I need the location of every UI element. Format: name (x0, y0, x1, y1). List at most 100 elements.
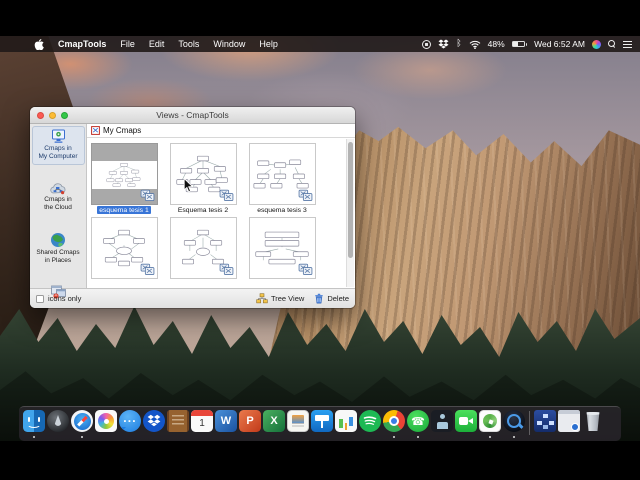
minimized-window-icon (558, 410, 580, 432)
wifi-icon[interactable] (469, 40, 481, 49)
cmap-thumbnail-5[interactable] (169, 217, 237, 279)
window-title: Views - CmapTools (156, 110, 229, 120)
messages-icon (119, 410, 141, 432)
cmap-item-1[interactable]: esquema tesis 1 (90, 143, 158, 214)
cmap-thumbnail-2[interactable] (169, 143, 237, 205)
cmap-file-badge-icon (140, 189, 155, 202)
dock-item-word[interactable]: W (215, 410, 237, 440)
dock-item-safari[interactable] (71, 410, 93, 440)
dock-item-calendar[interactable]: 1 (191, 410, 213, 440)
dock-item-photos[interactable] (95, 410, 117, 440)
dock-item-messages[interactable] (119, 410, 141, 440)
running-indicator (393, 436, 395, 438)
cmap-label[interactable]: esquema tesis 1 (97, 206, 151, 214)
menu-file[interactable]: File (120, 39, 135, 49)
globe-icon (50, 232, 66, 248)
cmap-thumbnail-4[interactable] (90, 217, 158, 279)
sidebar-item-label: Shared Cmaps in Places (36, 248, 80, 264)
sidebar-item-cmaps-in-my-computer[interactable]: Cmaps in My Computer (31, 126, 85, 166)
launchpad-icon (47, 410, 69, 432)
cmap-thumbnail-1[interactable] (90, 143, 158, 205)
dock-item-chrome[interactable] (383, 410, 405, 440)
facetime-icon (455, 410, 477, 432)
vertical-scrollbar[interactable] (346, 139, 354, 287)
dock-item-kindle[interactable] (431, 410, 453, 440)
menu-window[interactable]: Window (213, 39, 245, 49)
battery-percent: 48% (487, 39, 505, 49)
running-indicator (81, 436, 83, 438)
dock-item-minimized-window[interactable] (558, 410, 580, 440)
finder-icon (23, 410, 45, 432)
dock-item-powerpoint[interactable]: P (239, 410, 261, 440)
dock-item-launchpad[interactable] (47, 410, 69, 440)
powerpoint-icon: P (239, 410, 261, 432)
battery-icon[interactable] (511, 40, 528, 48)
screen: CmapTools File Edit Tools Window Help ᛒ … (0, 0, 640, 480)
cmap-list-panel: My Cmaps esquema tesis 1 Esquema tesis 2… (87, 124, 355, 288)
sidebar-item-label: Cmaps in the Cloud (44, 196, 72, 212)
tree-view-icon (256, 293, 268, 304)
cmap-label[interactable]: esquema tesis 3 (255, 206, 309, 214)
scrollbar-thumb[interactable] (348, 142, 353, 258)
cmap-file-badge-icon (298, 189, 313, 202)
mouse-cursor (183, 178, 194, 193)
cmap-item-3[interactable]: esquema tesis 3 (248, 143, 316, 214)
dock-item-spotify[interactable] (359, 410, 381, 440)
delete-label: Delete (327, 294, 349, 303)
cmaptools-views-window: Views - CmapTools Cmaps in My Computer C… (30, 107, 355, 308)
folder-title: My Cmaps (103, 126, 142, 135)
menu-edit[interactable]: Edit (149, 39, 165, 49)
contacts-icon (167, 410, 189, 432)
dock-item-numbers[interactable] (335, 410, 357, 440)
trash-icon (582, 410, 604, 432)
bluetooth-icon[interactable]: ᛒ (456, 39, 461, 49)
whatsapp-icon (407, 410, 429, 432)
screen-recording-stop-icon[interactable] (422, 39, 432, 49)
cmap-item-6[interactable] (248, 217, 316, 279)
spotlight-search-icon[interactable] (608, 40, 616, 48)
cmap-file-badge-icon (140, 263, 155, 276)
cmap-item-5[interactable] (169, 217, 237, 279)
folder-header: My Cmaps (87, 124, 355, 138)
dropbox-status-icon[interactable] (438, 39, 449, 49)
menu-clock[interactable]: Wed 6:52 AM (534, 39, 585, 49)
delete-button[interactable]: Delete (314, 293, 349, 304)
dock-item-excel[interactable]: X (263, 410, 285, 440)
dock-item-keynote[interactable] (311, 410, 333, 440)
window-titlebar[interactable]: Views - CmapTools (30, 107, 355, 124)
dock-item-contacts[interactable] (167, 410, 189, 440)
cmap-label[interactable]: Esquema tesis 2 (176, 206, 230, 214)
letterbox-top (0, 0, 640, 36)
cmap-thumbnail-6[interactable] (248, 217, 316, 279)
siri-icon[interactable] (592, 39, 601, 49)
menu-tools[interactable]: Tools (178, 39, 199, 49)
cloud-icon (49, 182, 67, 195)
keynote-icon (311, 410, 333, 432)
dock-item-trash[interactable] (582, 410, 604, 440)
dock-item-dropbox[interactable] (143, 410, 165, 440)
dock-item-quicktime[interactable] (503, 410, 525, 440)
delete-trash-icon (314, 293, 324, 304)
dock-item-preview[interactable] (287, 410, 309, 440)
apple-menu-icon[interactable] (34, 38, 44, 50)
dock-item-finder[interactable] (23, 410, 45, 440)
calendar-day: 1 (199, 418, 205, 429)
cmap-item-4[interactable] (90, 217, 158, 279)
menu-help[interactable]: Help (259, 39, 278, 49)
dock-item-cmaptools-views[interactable] (534, 410, 556, 440)
word-letter: W (220, 415, 232, 427)
cmap-thumbnail-3[interactable] (248, 143, 316, 205)
tree-view-button[interactable]: Tree View (256, 293, 304, 304)
running-indicator (513, 436, 515, 438)
dock-item-whatsapp[interactable] (407, 410, 429, 440)
cmap-item-2[interactable]: Esquema tesis 2 (169, 143, 237, 214)
dock-item-facetime[interactable] (455, 410, 477, 440)
menu-app-name[interactable]: CmapTools (58, 39, 106, 49)
sidebar-item-shared-cmaps-in-places[interactable]: Shared Cmaps in Places (32, 229, 85, 269)
dock-item-cmaptools[interactable] (479, 410, 501, 440)
notification-center-icon[interactable] (623, 40, 632, 48)
preview-document-icon (287, 410, 309, 432)
sidebar-item-cmaps-in-the-cloud[interactable]: Cmaps in the Cloud (32, 179, 85, 216)
safari-icon (71, 410, 93, 432)
icons-only-checkbox[interactable] (36, 294, 44, 303)
